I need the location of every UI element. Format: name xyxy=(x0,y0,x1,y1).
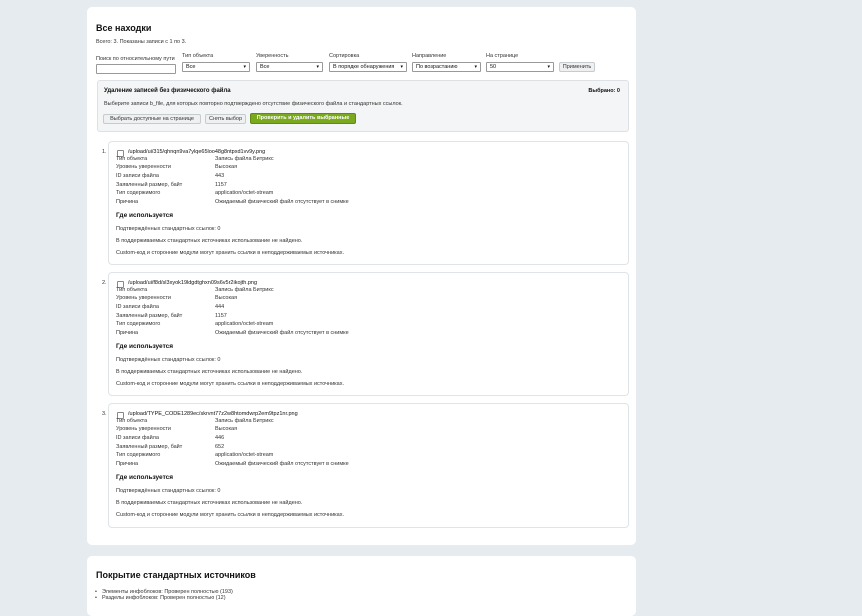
findings-summary: Всего: 3. Показаны записи с 1 по 3. xyxy=(96,39,187,45)
chevron-down-icon: ▾ xyxy=(316,64,319,70)
reason-label: Причина xyxy=(116,330,139,336)
coverage-item: Разделы инфоблоков: Проверен полностью (… xyxy=(95,595,233,601)
confirmed-refs: Подтверждённых стандартных ссылок: 0 xyxy=(116,488,221,494)
per-page-label: На странице xyxy=(486,53,519,59)
size-value: 1157 xyxy=(215,313,227,319)
type-value: Запись файла Битрикс xyxy=(215,418,274,424)
per-page-value: 50 xyxy=(490,64,497,70)
size-label: Заявленный размер, байт xyxy=(116,444,183,450)
sort-filter-select[interactable]: В порядке обнаружения ▾ xyxy=(329,62,407,72)
chevron-down-icon: ▾ xyxy=(547,64,550,70)
confidence-label: Уровень уверенности xyxy=(116,164,171,170)
type-filter-select[interactable]: Все ▾ xyxy=(182,62,250,72)
file-path: /upload/ui/315/qhnqn9va7ylqe65loo48g8ntp… xyxy=(128,149,266,155)
confidence-value: Высокая xyxy=(215,295,238,301)
reason-value: Ожидаемый физический файл отсутствует в … xyxy=(215,330,349,336)
size-value: 652 xyxy=(215,444,225,450)
type-label: Тип объекта xyxy=(116,156,148,162)
per-page-select[interactable]: 50 ▾ xyxy=(486,62,554,72)
confidence-filter-value: Все xyxy=(260,64,270,70)
finding-item: /upload/ui/f8d/sl3xyok19ldgdtghxn09s6v5r… xyxy=(108,272,629,396)
std-usage-note: В поддерживаемых стандартных источниках … xyxy=(116,238,303,244)
std-usage-note: В поддерживаемых стандартных источниках … xyxy=(116,369,303,375)
chevron-down-icon: ▾ xyxy=(243,64,246,70)
size-label: Заявленный размер, байт xyxy=(116,313,183,319)
chevron-down-icon: ▾ xyxy=(474,64,477,70)
coverage-list: Элементы инфоблоков: Проверен полностью … xyxy=(95,589,233,601)
file-id-label: ID записи файла xyxy=(116,173,159,179)
file-id-label: ID записи файла xyxy=(116,435,159,441)
content-type-label: Тип содержимого xyxy=(116,452,161,458)
select-available-button[interactable]: Выбрать доступные на странице xyxy=(103,114,201,124)
size-label: Заявленный размер, байт xyxy=(116,182,183,188)
direction-filter-value: По возрастанию xyxy=(416,64,458,70)
size-value: 1157 xyxy=(215,182,227,188)
confidence-value: Высокая xyxy=(215,164,238,170)
selected-count: Выбрано: 0 xyxy=(588,88,620,94)
file-id-label: ID записи файла xyxy=(116,304,159,310)
confidence-label: Уровень уверенности xyxy=(116,426,171,432)
direction-filter-label: Направление xyxy=(412,53,447,59)
content-type-value: application/octet-stream xyxy=(215,190,274,196)
finding-number: 1. xyxy=(102,149,107,155)
custom-code-note: Custom-код и сторонние модули могут хран… xyxy=(116,512,345,518)
search-input[interactable] xyxy=(96,64,176,74)
type-filter-value: Все xyxy=(186,64,196,70)
coverage-card: Покрытие стандартных источников Элементы… xyxy=(87,556,636,616)
type-value: Запись файла Битрикс xyxy=(215,156,274,162)
usage-heading: Где используется xyxy=(116,212,174,219)
apply-button[interactable]: Применить xyxy=(559,62,595,72)
reason-value: Ожидаемый физический файл отсутствует в … xyxy=(215,461,349,467)
sort-filter-label: Сортировка xyxy=(329,53,360,59)
usage-heading: Где используется xyxy=(116,474,174,481)
type-label: Тип объекта xyxy=(116,418,148,424)
file-path: /upload/ui/f8d/sl3xyok19ldgdtghxn09s6v5r… xyxy=(128,280,258,286)
finding-number: 3. xyxy=(102,411,107,417)
file-id-value: 444 xyxy=(215,304,225,310)
chevron-down-icon: ▾ xyxy=(400,64,403,70)
confidence-filter-label: Уверенность xyxy=(256,53,289,59)
finding-item: /upload/TYPE_CODE1289ec/skrvnt77z2w8htom… xyxy=(108,403,629,528)
reason-value: Ожидаемый физический файл отсутствует в … xyxy=(215,199,349,205)
search-label: Поиск по относительному пути xyxy=(96,56,175,62)
content-type-label: Тип содержимого xyxy=(116,321,161,327)
custom-code-note: Custom-код и сторонние модули могут хран… xyxy=(116,250,345,256)
confidence-value: Высокая xyxy=(215,426,238,432)
file-path: /upload/TYPE_CODE1289ec/skrvnt77z2w8htom… xyxy=(128,411,298,417)
type-value: Запись файла Битрикс xyxy=(215,287,274,293)
coverage-title: Покрытие стандартных источников xyxy=(96,570,256,580)
content-type-label: Тип содержимого xyxy=(116,190,161,196)
type-label: Тип объекта xyxy=(116,287,148,293)
clear-selection-button[interactable]: Снять выбор xyxy=(205,114,246,124)
findings-title: Все находки xyxy=(96,23,152,33)
content-type-value: application/octet-stream xyxy=(215,321,274,327)
reason-label: Причина xyxy=(116,461,139,467)
finding-item: /upload/ui/315/qhnqn9va7ylqe65loo48g8ntp… xyxy=(108,141,629,265)
bulk-delete-title: Удаление записей без физического файла xyxy=(104,88,231,94)
reason-label: Причина xyxy=(116,199,139,205)
confirmed-refs: Подтверждённых стандартных ссылок: 0 xyxy=(116,357,221,363)
custom-code-note: Custom-код и сторонние модули могут хран… xyxy=(116,381,345,387)
finding-number: 2. xyxy=(102,280,107,286)
bulk-delete-panel: Удаление записей без физического файла В… xyxy=(97,80,629,132)
content-type-value: application/octet-stream xyxy=(215,452,274,458)
confidence-label: Уровень уверенности xyxy=(116,295,171,301)
file-id-value: 443 xyxy=(215,173,225,179)
type-filter-label: Тип объекта xyxy=(182,53,214,59)
std-usage-note: В поддерживаемых стандартных источниках … xyxy=(116,500,303,506)
verify-delete-button[interactable]: Проверить и удалить выбранные xyxy=(250,113,356,124)
confirmed-refs: Подтверждённых стандартных ссылок: 0 xyxy=(116,226,221,232)
sort-filter-value: В порядке обнаружения xyxy=(333,64,395,70)
file-id-value: 446 xyxy=(215,435,225,441)
bulk-delete-description: Выберите записи b_file, для которых повт… xyxy=(104,101,403,107)
confidence-filter-select[interactable]: Все ▾ xyxy=(256,62,323,72)
usage-heading: Где используется xyxy=(116,343,174,350)
direction-filter-select[interactable]: По возрастанию ▾ xyxy=(412,62,481,72)
